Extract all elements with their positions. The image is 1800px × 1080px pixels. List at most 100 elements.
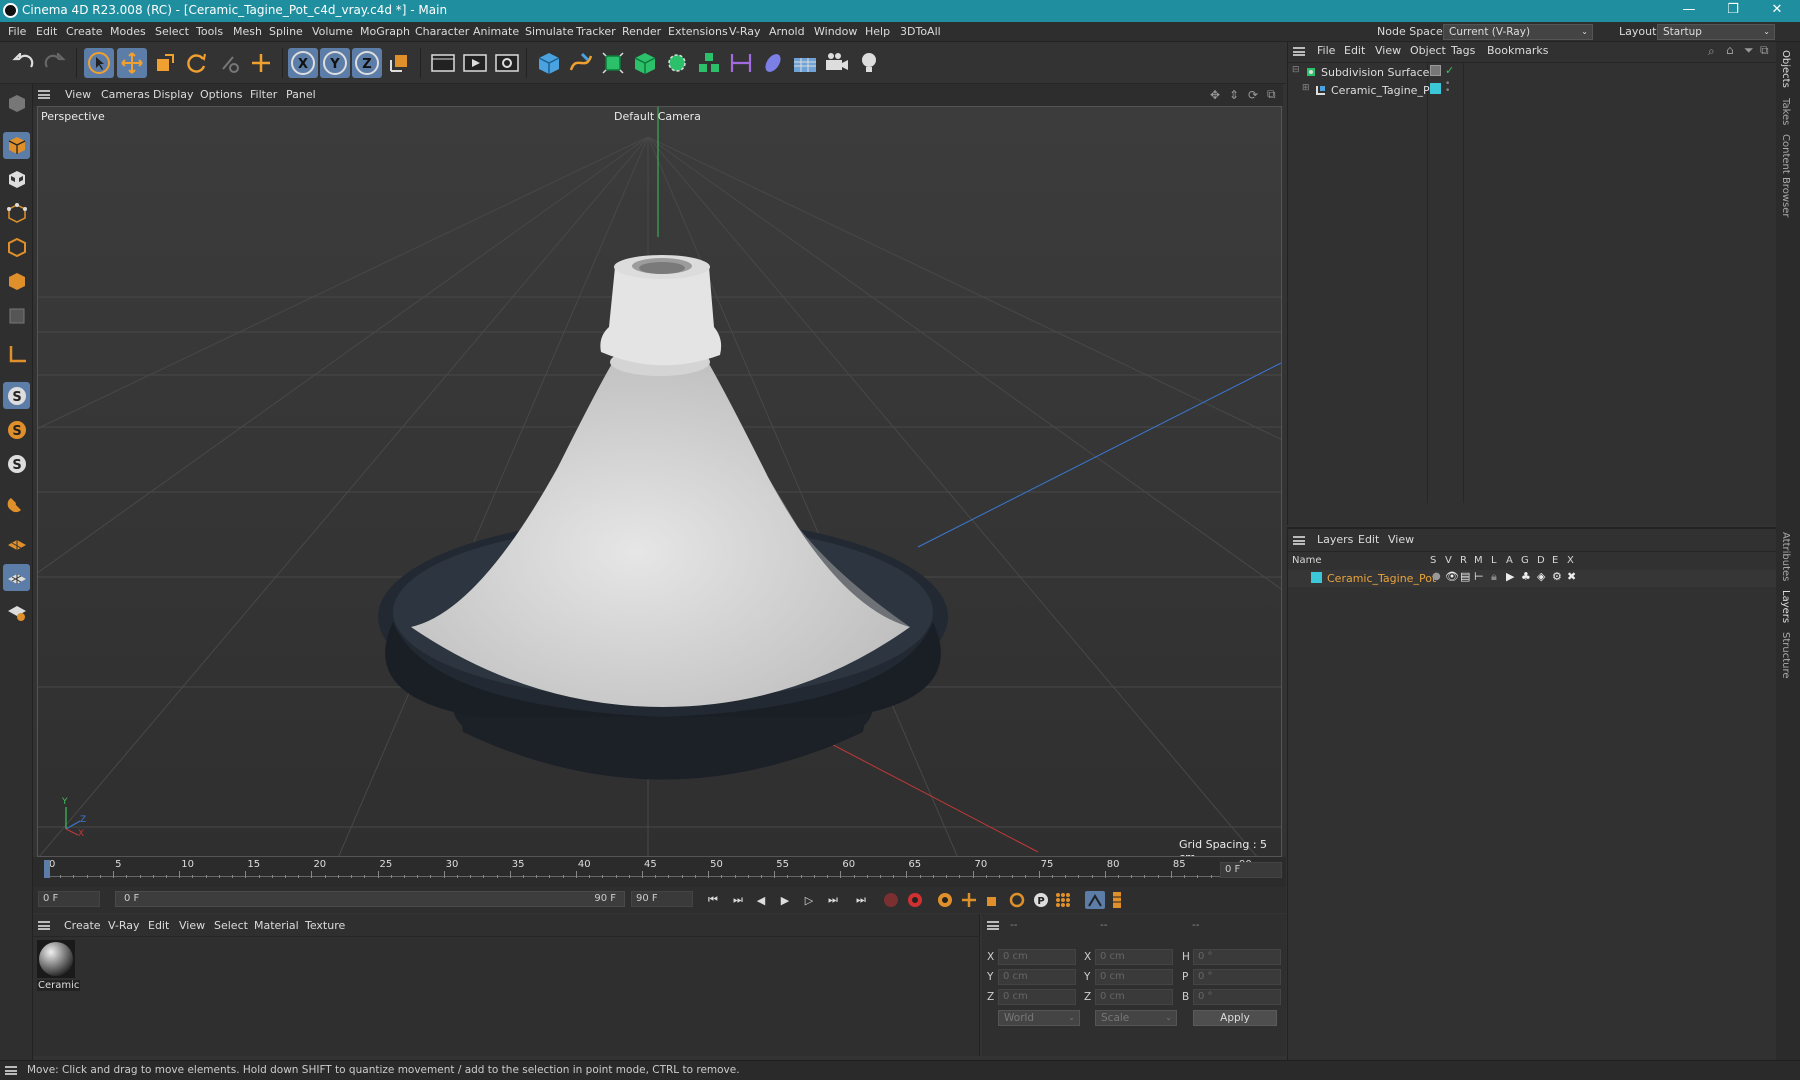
collapse-icon[interactable]: ⊟ — [1292, 65, 1300, 75]
tab-structure[interactable]: Structure — [1780, 632, 1791, 679]
mograph-cloner-icon[interactable] — [662, 48, 692, 78]
3d-viewport[interactable]: Perspective Default Camera Grid Spacing … — [37, 106, 1282, 857]
render-view-icon[interactable] — [428, 48, 458, 78]
menu-volume[interactable]: Volume — [312, 25, 353, 38]
viewport-menu-panel[interactable]: Panel — [286, 88, 316, 101]
expression-icon[interactable]: ⚙ — [1552, 570, 1562, 583]
subdivision-surface-icon[interactable] — [598, 48, 628, 78]
layer-name[interactable]: Ceramic_Tagine_Pot — [1327, 572, 1436, 585]
workplane-icon[interactable] — [3, 530, 30, 557]
y-axis-lock-icon[interactable]: Y — [320, 48, 350, 78]
texture-mode-icon[interactable] — [3, 166, 30, 193]
field-range-icon[interactable] — [726, 48, 756, 78]
maximize-view-icon[interactable]: ⧉ — [1267, 87, 1276, 102]
autokey-icon[interactable] — [905, 891, 925, 909]
menu-vray[interactable]: V-Ray — [729, 25, 761, 38]
coord-rot-h-field[interactable]: 0 ° — [1193, 949, 1281, 965]
timeline-window-icon[interactable] — [1085, 891, 1105, 909]
menu-tracker[interactable]: Tracker — [576, 25, 616, 38]
keyframe-selection-icon[interactable] — [935, 891, 955, 909]
coord-size-x-field[interactable]: 0 cm — [1095, 949, 1173, 965]
menu-mograph[interactable]: MoGraph — [360, 25, 410, 38]
coord-rot-b-field[interactable]: 0 ° — [1193, 989, 1281, 1005]
position-key-icon[interactable] — [959, 891, 979, 909]
menu-window[interactable]: Window — [814, 25, 857, 38]
menu-edit[interactable]: Edit — [36, 25, 57, 38]
render-to-picture-viewer-icon[interactable] — [460, 48, 490, 78]
make-editable-icon[interactable] — [3, 90, 30, 117]
workplane-snap-icon[interactable]: S — [3, 450, 30, 477]
minimize-button[interactable]: — — [1666, 0, 1712, 22]
layer-color-chip[interactable] — [1430, 65, 1441, 76]
coords-menu-icon[interactable] — [987, 921, 999, 930]
viewport-menu-view[interactable]: View — [65, 88, 91, 101]
menu-arnold[interactable]: Arnold — [769, 25, 805, 38]
material-menu-edit[interactable]: Edit — [148, 919, 169, 932]
status-menu-icon[interactable] — [5, 1066, 17, 1075]
menu-render[interactable]: Render — [622, 25, 661, 38]
object-menu-file[interactable]: File — [1317, 44, 1335, 57]
snap-settings-icon[interactable]: S — [3, 416, 30, 443]
locked-workplane-icon[interactable] — [3, 598, 30, 625]
previous-key-icon[interactable]: ⏭︎ — [728, 891, 748, 909]
recent-tool-icon[interactable] — [214, 48, 244, 78]
uv-mode-icon[interactable] — [3, 302, 30, 329]
scene-object-icon[interactable] — [758, 48, 788, 78]
layer-row-ceramic-tagine-pot[interactable]: Ceramic_Tagine_Pot ● 👁︎ ▤ ⊢ 🔒︎ ▶ ♣ ◈ ⚙ ✖ — [1288, 570, 1777, 587]
apply-button[interactable]: Apply — [1193, 1010, 1277, 1026]
layer-menu-view[interactable]: View — [1388, 533, 1414, 546]
material-menu-material[interactable]: Material — [254, 919, 299, 932]
coord-space-dropdown[interactable]: World ⌄ — [998, 1010, 1080, 1026]
layer-menu-layers[interactable]: Layers — [1317, 533, 1353, 546]
viewport-menu-cameras[interactable]: Cameras — [101, 88, 150, 101]
next-key-icon[interactable]: ⏭ — [823, 891, 843, 909]
floor-object-icon[interactable] — [790, 48, 820, 78]
object-row-ceramic-tagine-pot[interactable]: ⊞ Ceramic_Tagine_Pot • • — [1288, 80, 1777, 99]
grid-workplane-icon[interactable] — [3, 564, 30, 591]
material-menu-view[interactable]: View — [179, 919, 205, 932]
redo-icon[interactable] — [40, 48, 70, 78]
solo-toggle-icon[interactable]: ● — [1432, 571, 1441, 582]
object-menu-edit[interactable]: Edit — [1344, 44, 1365, 57]
node-space-dropdown[interactable]: Current (V-Ray) ⌄ — [1443, 24, 1593, 40]
menu-file[interactable]: File — [8, 25, 26, 38]
axis-mode-icon[interactable] — [3, 340, 30, 367]
filter-icon[interactable]: ⏷ — [1744, 43, 1754, 58]
menu-simulate[interactable]: Simulate — [525, 25, 574, 38]
edge-mode-icon[interactable] — [3, 234, 30, 261]
cube-primitive-icon[interactable] — [534, 48, 564, 78]
current-frame-field[interactable]: 0 F — [1220, 862, 1282, 878]
maximize-button[interactable]: ❐ — [1710, 0, 1756, 22]
record-keys-icon[interactable] — [881, 891, 901, 909]
menu-modes[interactable]: Modes — [110, 25, 146, 38]
layer-menu-icon[interactable] — [1293, 536, 1305, 545]
material-menu-texture[interactable]: Texture — [305, 919, 345, 932]
rotate-tool-icon[interactable] — [182, 48, 212, 78]
previous-frame-icon[interactable]: ◀ — [751, 891, 771, 909]
visibility-dots-icon[interactable]: • • — [1445, 80, 1450, 96]
enabled-check-icon[interactable]: ✓ — [1445, 64, 1454, 77]
lock-icon[interactable]: 🔒︎ — [1491, 570, 1497, 584]
menu-3dtoall[interactable]: 3DToAll — [900, 25, 941, 38]
live-selection-icon[interactable] — [246, 48, 276, 78]
polygon-mode-icon[interactable] — [3, 268, 30, 295]
tab-content-browser[interactable]: Content Browser — [1780, 134, 1791, 217]
xref-icon[interactable]: ✖ — [1567, 570, 1576, 583]
layer-color-chip[interactable] — [1430, 83, 1441, 94]
menu-mesh[interactable]: Mesh — [233, 25, 262, 38]
point-level-key-icon[interactable] — [1053, 891, 1073, 909]
pan-view-icon[interactable]: ✥ — [1210, 88, 1220, 102]
object-menu-view[interactable]: View — [1375, 44, 1401, 57]
new-window-icon[interactable]: ⧉ — [1760, 43, 1769, 58]
coord-pos-y-field[interactable]: 0 cm — [998, 969, 1076, 985]
timeline-ruler[interactable]: 051015202530354045505560657075808590 0 F — [33, 857, 1286, 887]
tab-objects[interactable]: Objects — [1780, 50, 1791, 88]
scale-tool-icon[interactable] — [150, 48, 180, 78]
animation-play-icon[interactable]: ▶ — [1506, 570, 1514, 583]
start-frame-field[interactable]: 0 F — [38, 891, 100, 907]
menu-spline[interactable]: Spline — [269, 25, 303, 38]
layout-dropdown[interactable]: Startup ⌄ — [1657, 24, 1775, 40]
scale-key-icon[interactable] — [983, 891, 1003, 909]
camera-name[interactable]: Default Camera — [614, 110, 701, 123]
deformer-cubes-icon[interactable] — [694, 48, 724, 78]
